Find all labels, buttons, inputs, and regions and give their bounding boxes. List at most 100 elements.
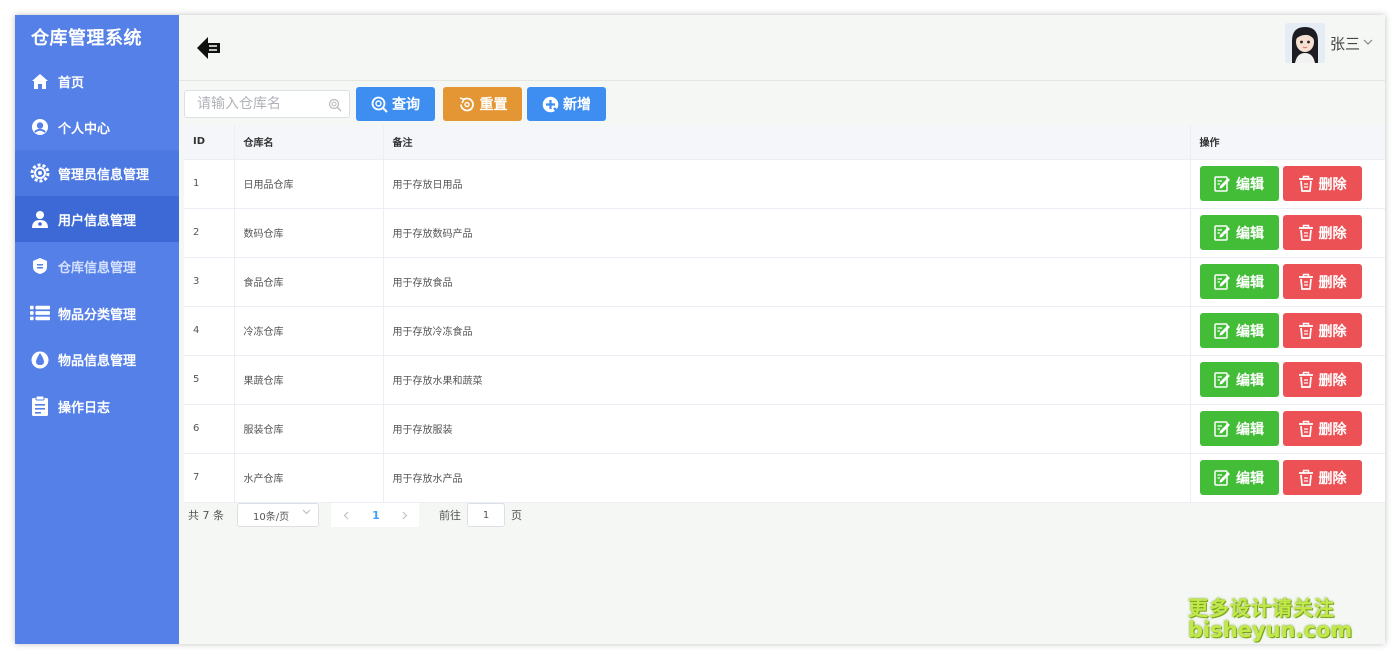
reset-button[interactable]: 重置 [443, 87, 522, 121]
cell-note: 用于存放水果和蔬菜 [383, 355, 1191, 405]
sidebar-item-goods[interactable]: 物品信息管理 [15, 336, 179, 382]
edit-button[interactable]: 编辑 [1199, 362, 1279, 397]
search-icon[interactable] [328, 97, 342, 112]
cell-name: 冷冻仓库 [234, 306, 384, 356]
reset-label: 重置 [479, 97, 508, 113]
sidebar-item-label: 仓库信息管理 [58, 260, 137, 276]
delete-label: 删除 [1318, 176, 1347, 193]
edit-button[interactable]: 编辑 [1199, 215, 1279, 250]
edit-button[interactable]: 编辑 [1199, 264, 1279, 299]
user-icon [30, 209, 50, 229]
table-header-row: ID 仓库名 备注 操作 [184, 125, 1385, 160]
edit-label: 编辑 [1236, 176, 1264, 193]
cell-name: 果蔬仓库 [234, 355, 384, 405]
watermark-line2: bisheyun.com [1188, 618, 1353, 642]
search-icon [371, 96, 388, 113]
gear-icon [30, 163, 50, 183]
delete-button[interactable]: 删除 [1282, 362, 1362, 397]
sidebar-item-label: 物品分类管理 [58, 307, 137, 323]
add-label: 新增 [563, 97, 591, 113]
edit-icon [1214, 176, 1230, 192]
watermark-line1: 更多设计请关注 [1188, 596, 1335, 620]
cell-id: 6 [184, 404, 235, 454]
cell-note: 用于存放数码产品 [383, 208, 1191, 258]
watermark: 更多设计请关注 bisheyun.com [1188, 596, 1353, 642]
trash-icon [1298, 469, 1313, 486]
table-row: 6 服装仓库 用于存放服装 编辑 删除 [184, 404, 1385, 454]
app-window: 仓库管理系统 首页 个人中心 管理员信息管理 用户信息管理 仓库信息管理 物品分… [15, 15, 1385, 644]
query-button[interactable]: 查询 [356, 87, 435, 121]
delete-button[interactable]: 删除 [1282, 313, 1362, 348]
cell-note: 用于存放食品 [383, 257, 1191, 307]
delete-button[interactable]: 删除 [1282, 215, 1362, 250]
toolbar: 查询 重置 新增 [184, 87, 606, 121]
column-header-name: 仓库名 [234, 125, 384, 160]
query-label: 查询 [392, 97, 420, 113]
delete-label: 删除 [1318, 421, 1347, 438]
header: 张三 [179, 15, 1385, 81]
add-icon [542, 96, 559, 112]
warehouse-icon [30, 256, 50, 276]
goto-page-input[interactable] [467, 503, 505, 527]
edit-button[interactable]: 编辑 [1199, 411, 1279, 446]
page-number-button[interactable]: 1 [361, 503, 391, 527]
cell-id: 4 [184, 306, 235, 356]
delete-button[interactable]: 删除 [1282, 264, 1362, 299]
cell-id: 2 [184, 208, 235, 258]
edit-button[interactable]: 编辑 [1199, 460, 1279, 495]
cell-name: 水产仓库 [234, 453, 384, 503]
sidebar-item-admin[interactable]: 管理员信息管理 [15, 150, 179, 196]
edit-label: 编辑 [1236, 323, 1264, 340]
cell-actions: 编辑 删除 [1190, 355, 1385, 405]
total-count: 共 7 条 [188, 509, 224, 522]
sidebar-item-label: 首页 [58, 75, 85, 91]
page-size-select[interactable]: 10条/页 [237, 503, 319, 527]
edit-icon [1214, 323, 1230, 339]
cell-note: 用于存放日用品 [383, 159, 1191, 209]
table-row: 2 数码仓库 用于存放数码产品 编辑 删除 [184, 208, 1385, 258]
cell-actions: 编辑 删除 [1190, 257, 1385, 307]
edit-button[interactable]: 编辑 [1199, 166, 1279, 201]
sidebar-item-category[interactable]: 物品分类管理 [15, 290, 179, 336]
user-menu[interactable]: 张三 [1284, 23, 1373, 63]
cell-actions: 编辑 删除 [1190, 453, 1385, 503]
chevron-down-icon [1363, 38, 1373, 49]
cell-id: 1 [184, 159, 235, 209]
cell-name: 服装仓库 [234, 404, 384, 454]
cell-actions: 编辑 删除 [1190, 208, 1385, 258]
trash-icon [1298, 273, 1313, 290]
cell-id: 7 [184, 453, 235, 503]
delete-button[interactable]: 删除 [1282, 460, 1362, 495]
sidebar-item-log[interactable]: 操作日志 [15, 383, 179, 429]
clipboard-icon [30, 395, 50, 416]
edit-icon [1214, 421, 1230, 437]
sidebar-item-users[interactable]: 用户信息管理 [15, 196, 179, 242]
sidebar-item-warehouse[interactable]: 仓库信息管理 [15, 243, 179, 289]
edit-button[interactable]: 编辑 [1199, 313, 1279, 348]
back-arrow-icon[interactable] [195, 35, 223, 61]
trash-icon [1298, 420, 1313, 437]
delete-label: 删除 [1318, 225, 1347, 242]
delete-label: 删除 [1318, 274, 1347, 291]
table-row: 4 冷冻仓库 用于存放冷冻食品 编辑 删除 [184, 306, 1385, 356]
add-button[interactable]: 新增 [527, 87, 606, 121]
delete-button[interactable]: 删除 [1282, 411, 1362, 446]
cell-name: 数码仓库 [234, 208, 384, 258]
delete-label: 删除 [1318, 323, 1347, 340]
next-page-button[interactable] [391, 503, 419, 527]
sidebar-item-profile[interactable]: 个人中心 [15, 104, 179, 150]
cell-id: 3 [184, 257, 235, 307]
prev-page-button[interactable] [331, 503, 361, 527]
edit-label: 编辑 [1236, 225, 1264, 242]
search-input[interactable] [197, 96, 325, 112]
delete-button[interactable]: 删除 [1282, 166, 1362, 201]
edit-label: 编辑 [1236, 372, 1264, 389]
chevron-down-icon [302, 508, 311, 518]
edit-icon [1214, 470, 1230, 486]
trash-icon [1298, 175, 1313, 192]
sidebar-item-home[interactable]: 首页 [15, 58, 179, 104]
table-row: 5 果蔬仓库 用于存放水果和蔬菜 编辑 删除 [184, 355, 1385, 405]
home-icon [30, 71, 50, 91]
cell-id: 5 [184, 355, 235, 405]
sidebar-item-label: 操作日志 [58, 400, 111, 416]
